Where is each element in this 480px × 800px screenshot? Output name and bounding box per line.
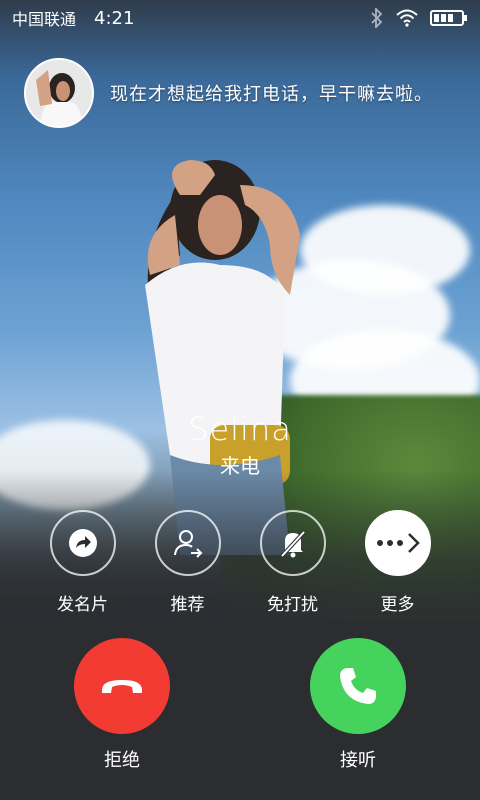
recommend-circle[interactable] (154, 510, 221, 576)
avatar-photo (26, 60, 92, 126)
send-card-button[interactable]: 发名片 (30, 510, 135, 615)
accept-circle[interactable] (310, 638, 406, 734)
recommend-label: 推荐 (170, 595, 205, 615)
accept-label: 接听 (340, 750, 376, 771)
send-card-label: 发名片 (57, 595, 108, 615)
more-label: 更多 (380, 595, 415, 615)
accept-button[interactable]: 接听 (308, 638, 408, 772)
recommend-contact-icon (173, 530, 202, 558)
call-buttons: 拒绝 接听 (72, 638, 408, 772)
more-icon (376, 533, 420, 553)
caller-info: Selina 来电 (0, 410, 480, 479)
decline-button[interactable]: 拒绝 (72, 638, 172, 772)
bluetooth-icon (371, 8, 383, 28)
caller-name: Selina (188, 410, 292, 448)
recommend-button[interactable]: 推荐 (135, 510, 240, 615)
share-card-icon (68, 529, 97, 557)
call-status: 来电 (220, 454, 260, 478)
caller-message: 现在才想起给我打电话，早干嘛去啦。 (24, 58, 460, 128)
wifi-icon (396, 9, 418, 27)
action-row: 发名片 推荐 免打扰 更多 (30, 510, 450, 615)
battery-icon (430, 10, 467, 26)
send-card-circle[interactable] (49, 510, 116, 576)
clock: 4:21 (94, 7, 135, 29)
message-text: 现在才想起给我打电话，早干嘛去啦。 (110, 84, 433, 105)
status-icons (370, 8, 468, 28)
do-not-disturb-label: 免打扰 (267, 595, 318, 615)
phone-icon (340, 668, 376, 704)
decline-label: 拒绝 (104, 750, 140, 771)
decline-circle[interactable] (74, 638, 170, 734)
do-not-disturb-button[interactable]: 免打扰 (240, 510, 345, 615)
status-bar: 中国联通 4:21 (0, 0, 480, 36)
hang-up-icon (102, 680, 142, 693)
do-not-disturb-icon (280, 530, 305, 558)
more-circle[interactable] (364, 510, 431, 576)
avatar[interactable] (24, 58, 94, 128)
more-button[interactable]: 更多 (345, 510, 450, 615)
carrier-name: 中国联通 (12, 10, 77, 29)
do-not-disturb-circle[interactable] (259, 510, 326, 576)
